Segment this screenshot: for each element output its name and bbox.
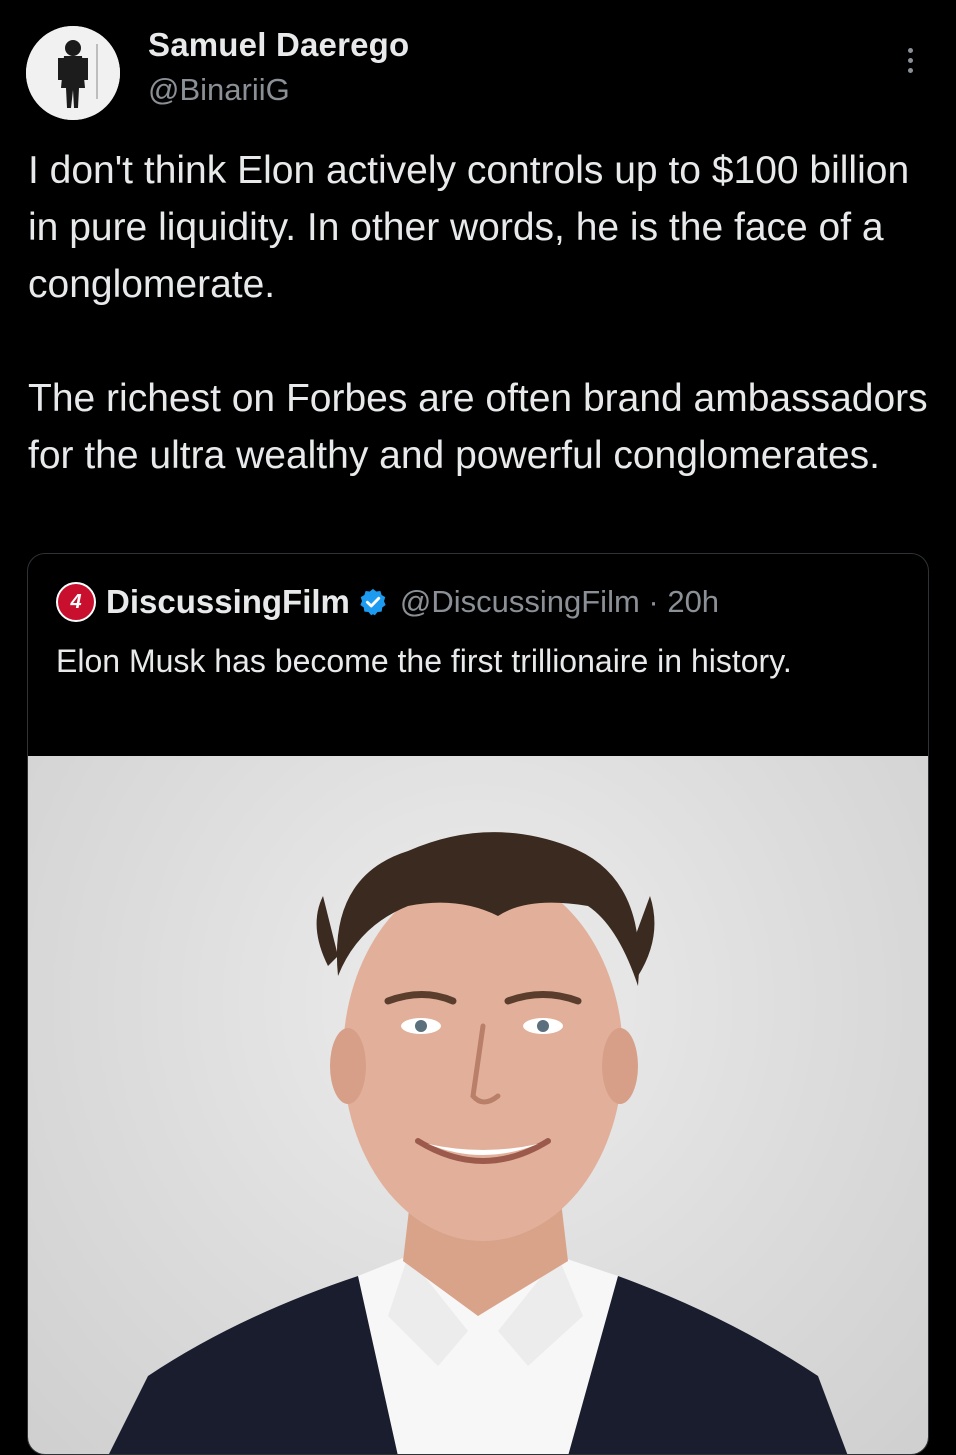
- quoted-post-photo[interactable]: [28, 756, 928, 1454]
- quoted-author-avatar[interactable]: 4: [56, 582, 96, 622]
- quoted-author-avatar-glyph: 4: [70, 591, 82, 613]
- verified-badge-icon: [360, 588, 386, 616]
- post-text: I don't think Elon actively controls up …: [28, 142, 933, 484]
- avatar[interactable]: [26, 26, 120, 120]
- post-paragraph: I don't think Elon actively controls up …: [28, 149, 910, 306]
- post-paragraph: The richest on Forbes are often brand am…: [28, 377, 928, 477]
- quoted-post-meta: @DiscussingFilm · 20h: [399, 584, 720, 619]
- post: Samuel Daerego @BinariiG I don't think E…: [0, 0, 956, 1455]
- quoted-post-header: 4 DiscussingFilm @DiscussingFilm · 20h: [56, 582, 719, 622]
- author-handle[interactable]: @BinariiG: [148, 72, 290, 108]
- quoted-author-name[interactable]: DiscussingFilm: [106, 583, 350, 621]
- quoted-post-text: Elon Musk has become the first trilliona…: [56, 643, 792, 679]
- quoted-post-card[interactable]: 4 DiscussingFilm @DiscussingFilm · 20h E…: [27, 553, 929, 1455]
- author-name[interactable]: Samuel Daerego: [148, 26, 409, 64]
- more-options-icon[interactable]: [896, 44, 924, 82]
